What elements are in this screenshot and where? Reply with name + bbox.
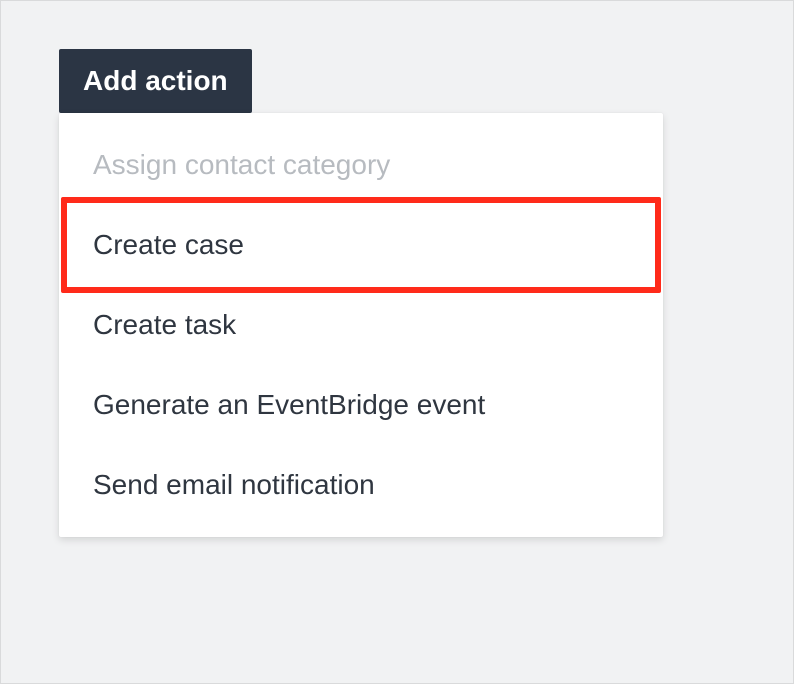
- menu-item-generate-eventbridge[interactable]: Generate an EventBridge event: [59, 365, 663, 445]
- add-action-button[interactable]: Add action: [59, 49, 252, 113]
- action-menu: Assign contact category Create case Crea…: [59, 113, 663, 537]
- menu-item-create-case[interactable]: Create case: [59, 205, 663, 285]
- menu-item-assign-contact-category: Assign contact category: [59, 125, 663, 205]
- menu-item-create-task[interactable]: Create task: [59, 285, 663, 365]
- menu-item-send-email-notification[interactable]: Send email notification: [59, 445, 663, 525]
- add-action-dropdown: Add action Assign contact category Creat…: [59, 49, 663, 537]
